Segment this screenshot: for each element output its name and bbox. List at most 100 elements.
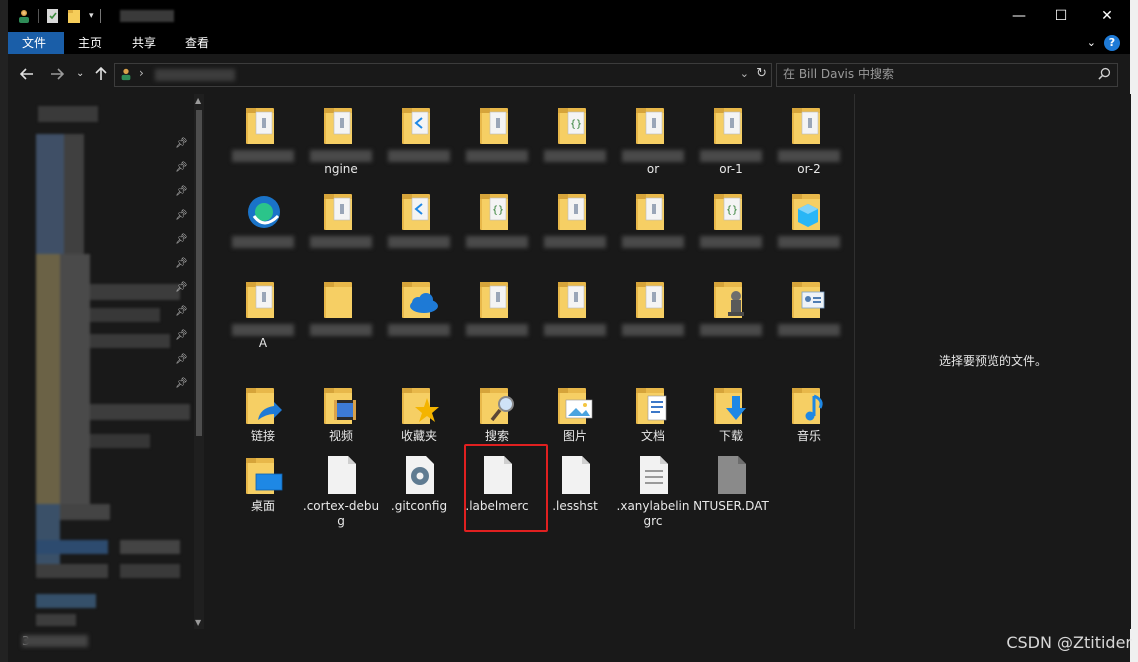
file-item[interactable] <box>614 190 692 260</box>
edge-browser-icon <box>244 190 284 232</box>
file-item[interactable] <box>380 278 458 348</box>
tab-file[interactable]: 文件 <box>8 32 64 54</box>
pin-icon[interactable]: 📌︎ <box>175 162 188 173</box>
address-history-chevron-icon[interactable]: ⌄ <box>740 67 749 80</box>
tab-view[interactable]: 查看 <box>171 32 223 54</box>
file-item[interactable]: or-1 <box>692 104 770 176</box>
file-item[interactable]: .gitconfig <box>380 454 458 524</box>
file-item[interactable]: 下载 <box>692 384 770 454</box>
address-bar[interactable]: › ⌄ ↻ <box>114 63 772 87</box>
file-item-label: A <box>258 336 268 350</box>
file-item[interactable]: .xanylabelingrc <box>614 454 692 528</box>
help-icon[interactable]: ? <box>1104 35 1120 51</box>
file-item[interactable]: ngine <box>302 104 380 176</box>
file-item[interactable]: {} <box>692 190 770 260</box>
doc-folder-icon <box>322 190 362 232</box>
new-folder-icon[interactable] <box>67 8 83 24</box>
contact-folder-icon <box>790 278 830 320</box>
file-item[interactable] <box>614 278 692 348</box>
back-arrow-icon[interactable] <box>19 67 34 84</box>
file-item[interactable] <box>692 278 770 348</box>
user-folder-icon[interactable] <box>16 8 32 24</box>
tab-home[interactable]: 主页 <box>64 32 116 54</box>
file-item[interactable]: {} <box>536 104 614 174</box>
recent-locations-chevron-icon[interactable]: ⌄ <box>76 66 84 82</box>
file-list[interactable]: ngine {} or or-1 or-2 {} {} A 链接 视频 收藏夹 搜索 图片 文档 下载 音乐桌… <box>208 94 854 629</box>
pin-icon[interactable]: 📌︎ <box>175 306 188 317</box>
file-item[interactable]: .lesshst <box>536 454 614 524</box>
file-item[interactable]: or-2 <box>770 104 848 176</box>
file-item[interactable]: .labelmerc <box>458 454 536 524</box>
pin-icon[interactable]: 📌︎ <box>175 186 188 197</box>
navigation-pane[interactable]: 📌︎ 📌︎ 📌︎ 📌︎ 📌︎ 📌︎ 📌︎ 📌︎ 📌︎ 📌︎ 📌︎ ▲ ▼ <box>8 94 206 629</box>
divider <box>99 9 101 23</box>
file-item[interactable]: {} <box>458 190 536 260</box>
file-item[interactable]: A <box>224 278 302 350</box>
pin-icon[interactable]: 📌︎ <box>175 282 188 293</box>
properties-icon[interactable] <box>45 8 61 24</box>
pin-icon[interactable]: 📌︎ <box>175 234 188 245</box>
nav-pane-scrollbar[interactable]: ▲ ▼ <box>194 94 204 629</box>
code-folder-icon: {} <box>478 190 518 232</box>
file-item[interactable]: 音乐 <box>770 384 848 454</box>
refresh-icon[interactable]: ↻ <box>756 66 767 81</box>
pin-icon[interactable]: 📌︎ <box>175 210 188 221</box>
file-item[interactable] <box>224 190 302 260</box>
picture-folder-icon <box>556 384 596 426</box>
file-item[interactable] <box>380 104 458 174</box>
file-item[interactable]: or <box>614 104 692 176</box>
pin-icon[interactable]: 📌︎ <box>175 258 188 269</box>
file-item[interactable]: 搜索 <box>458 384 536 454</box>
watermark: CSDN @Ztitider <box>1006 633 1132 652</box>
maximize-button[interactable]: ☐ <box>1038 0 1084 32</box>
file-item[interactable]: 链接 <box>224 384 302 454</box>
file-item[interactable] <box>536 190 614 260</box>
file-item[interactable] <box>458 104 536 174</box>
file-item[interactable]: 图片 <box>536 384 614 454</box>
file-item[interactable]: 桌面 <box>224 454 302 524</box>
label-redacted <box>622 236 684 248</box>
customize-toolbar-icon[interactable]: ▾ <box>89 11 94 21</box>
doc-folder-icon <box>556 190 596 232</box>
file-item[interactable] <box>302 190 380 260</box>
pin-icon[interactable]: 📌︎ <box>175 378 188 389</box>
file-item[interactable] <box>302 278 380 348</box>
breadcrumb-redacted <box>155 69 235 81</box>
file-item[interactable]: NTUSER.DAT <box>692 454 770 524</box>
minimize-button[interactable]: — <box>996 0 1042 32</box>
forward-arrow-icon[interactable] <box>50 67 65 84</box>
file-item[interactable] <box>770 190 848 260</box>
file-item-label: 搜索 <box>484 429 509 443</box>
file-item[interactable]: 视频 <box>302 384 380 454</box>
preview-message: 选择要预览的文件。 <box>938 354 1047 368</box>
scrollbar-thumb[interactable] <box>196 110 202 436</box>
background-window-fragment <box>0 0 8 662</box>
file-item[interactable]: 文档 <box>614 384 692 454</box>
breadcrumb-separator[interactable]: › <box>139 66 144 80</box>
expand-ribbon-icon[interactable]: ⌄ <box>1087 36 1096 49</box>
search-icon[interactable] <box>1098 67 1111 83</box>
file-item[interactable]: 收藏夹 <box>380 384 458 454</box>
label-redacted <box>544 324 606 336</box>
tab-share[interactable]: 共享 <box>118 32 170 54</box>
search-box[interactable] <box>776 63 1118 87</box>
pin-icon[interactable]: 📌︎ <box>175 354 188 365</box>
file-item[interactable] <box>380 190 458 260</box>
doc-folder-icon <box>634 278 674 320</box>
file-item[interactable] <box>458 278 536 348</box>
close-button[interactable]: ✕ <box>1084 0 1130 32</box>
file-item[interactable] <box>770 278 848 348</box>
file-item[interactable]: .cortex-debug <box>302 454 380 528</box>
up-arrow-icon[interactable] <box>94 66 108 84</box>
scroll-up-icon[interactable]: ▲ <box>195 96 201 105</box>
file-item[interactable] <box>224 104 302 174</box>
label-redacted <box>466 150 528 162</box>
vscode-folder-icon <box>400 104 440 146</box>
search-input[interactable] <box>783 66 1083 82</box>
scroll-down-icon[interactable]: ▼ <box>195 618 201 627</box>
file-icon <box>478 454 518 496</box>
pin-icon[interactable]: 📌︎ <box>175 330 188 341</box>
file-item[interactable] <box>536 278 614 348</box>
label-redacted <box>544 150 606 162</box>
pin-icon[interactable]: 📌︎ <box>175 138 188 149</box>
